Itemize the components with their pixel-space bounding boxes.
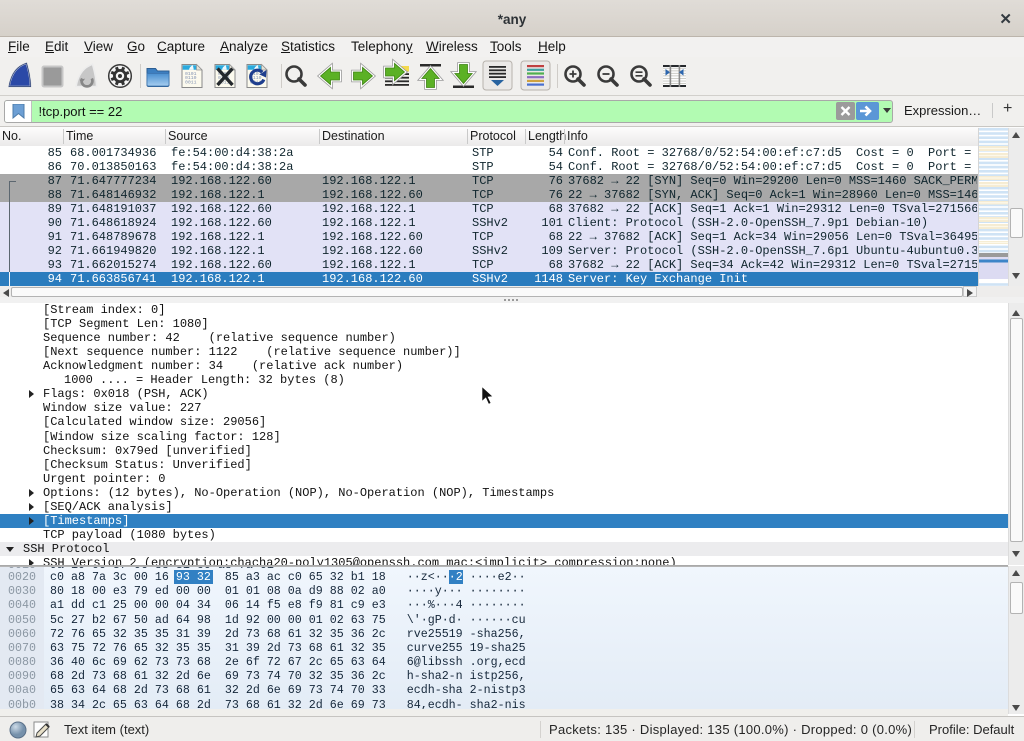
svg-text:0011: 0011 [185, 80, 197, 86]
